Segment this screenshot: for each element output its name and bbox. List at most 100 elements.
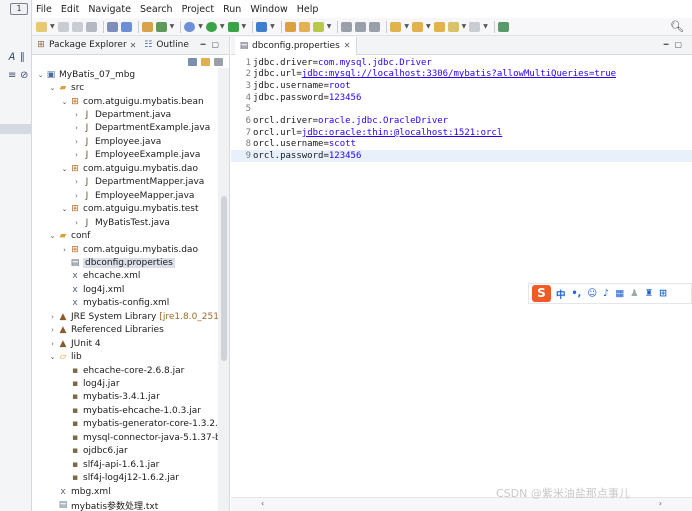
tree-item[interactable]: ⌄ ⊞ com.atguigu.mybatis.test	[32, 203, 199, 216]
tree-item[interactable]: › ⊞ com.atguigu.mybatis.dao	[32, 243, 198, 256]
chevron-down-icon[interactable]: ⌄	[36, 71, 45, 79]
code-line[interactable]: 8 orcl.username= scott	[231, 139, 692, 151]
user-icon[interactable]: ♟	[630, 288, 639, 299]
chevron-right-icon[interactable]: ›	[72, 111, 81, 119]
tree-item[interactable]: › J EmployeeMapper.java	[32, 189, 194, 202]
menu-window[interactable]: Window	[250, 4, 287, 15]
previous-annotation-icon[interactable]	[412, 21, 423, 32]
menu-edit[interactable]: Edit	[61, 4, 79, 15]
chevron-down-icon[interactable]: ▼	[198, 23, 203, 30]
chevron-down-icon[interactable]: ▼	[170, 23, 175, 30]
last-edit-icon[interactable]	[433, 21, 445, 32]
ime-punctuation-mode[interactable]: •,	[572, 288, 582, 299]
tree-item[interactable]: › J Employee.java	[32, 135, 161, 148]
chevron-down-icon[interactable]: ⌄	[48, 232, 57, 240]
code-line[interactable]: 3 jdbc.username= root	[231, 80, 692, 92]
next-annotation-icon[interactable]	[390, 21, 402, 32]
tree-item[interactable]: x log4j.xml	[32, 283, 124, 296]
chevron-right-icon[interactable]: ›	[72, 178, 81, 186]
tab-outline[interactable]: ☷ Outline	[142, 40, 189, 50]
window-number-button[interactable]: 1	[10, 3, 28, 15]
code-line[interactable]: 5	[231, 104, 692, 116]
chevron-right-icon[interactable]: ›	[48, 326, 57, 334]
print-icon[interactable]	[85, 21, 97, 32]
terminal-icon[interactable]	[106, 21, 118, 32]
tree-item[interactable]: ▪ mysql-connector-java-5.1.37-bi	[32, 431, 223, 444]
sogou-logo-icon[interactable]: S	[532, 285, 551, 302]
show-whitespace-icon[interactable]	[369, 21, 381, 32]
chevron-down-icon[interactable]: ▼	[327, 23, 332, 30]
tree-item[interactable]: › J DepartmentMapper.java	[32, 176, 204, 189]
tree-item[interactable]: ⌄ ▱ lib	[32, 350, 82, 363]
chevron-down-icon[interactable]: ▼	[220, 23, 225, 30]
menu-help[interactable]: Help	[297, 4, 319, 15]
tree-item[interactable]: ▪ mybatis-generator-core-1.3.2.ja	[32, 418, 226, 431]
debug-icon[interactable]	[184, 21, 196, 32]
link-icon[interactable]: ⊘	[20, 70, 28, 81]
save-all-icon[interactable]	[71, 21, 83, 32]
tree-item[interactable]: › J EmployeeExample.java	[32, 149, 200, 162]
tree-item[interactable]: ▪ log4j.jar	[32, 377, 120, 390]
code-line[interactable]: 9 orcl.password= 123456	[231, 150, 692, 162]
menu-navigate[interactable]: Navigate	[88, 4, 131, 15]
chevron-down-icon[interactable]: ⌄	[60, 165, 69, 173]
chevron-right-icon[interactable]: ›	[72, 219, 81, 227]
code-editor[interactable]: 1 jdbc.driver= com.mysql.jdbc.Driver 2 jdbc.…	[231, 57, 692, 498]
tree-item[interactable]: x mbg.xml	[32, 485, 110, 498]
chevron-right-icon[interactable]: ›	[72, 138, 81, 146]
link-with-editor-icon[interactable]	[201, 57, 210, 66]
close-icon[interactable]: ✕	[344, 41, 351, 50]
tree-item[interactable]: ▪ mybatis-3.4.1.jar	[32, 391, 160, 404]
tree-item[interactable]: ▪ slf4j-log4j12-1.6.2.jar	[32, 472, 179, 485]
format-icon[interactable]: ∥	[20, 52, 25, 63]
menu-file[interactable]: File	[36, 4, 52, 15]
chevron-down-icon[interactable]: ▼	[50, 23, 55, 30]
toolbox-icon[interactable]: ⊞	[659, 288, 667, 299]
list-icon[interactable]: ≡	[8, 70, 16, 81]
scroll-right-icon[interactable]: ›	[659, 499, 662, 508]
chevron-down-icon[interactable]: ▼	[270, 23, 275, 30]
editor-minimize-maximize-icons[interactable]: ━▢	[664, 40, 688, 49]
chevron-right-icon[interactable]: ›	[48, 340, 57, 348]
tree-item[interactable]: ▤ dbconfig.properties	[32, 256, 175, 269]
tree-item[interactable]: ⌄ ▣ MyBatis_07_mbg	[32, 68, 136, 81]
settings-icon[interactable]	[155, 21, 167, 32]
tab-package-explorer[interactable]: ⊞ Package Explorer ✕	[35, 40, 136, 50]
block-selection-icon[interactable]	[355, 21, 367, 32]
code-line[interactable]: 7 orcl.url= jdbc:oracle:thin:@localhost:15…	[231, 127, 692, 139]
minimize-maximize-icons[interactable]: ━▢	[201, 40, 225, 49]
chevron-down-icon[interactable]: ⌄	[60, 205, 69, 213]
tree-item[interactable]: ▪ ojdbc6.jar	[32, 445, 128, 458]
code-line[interactable]: 1 jdbc.driver= com.mysql.jdbc.Driver	[231, 57, 692, 69]
chevron-down-icon[interactable]: ⌄	[48, 353, 57, 361]
menu-search[interactable]: Search	[140, 4, 173, 15]
toggle-mark-icon[interactable]	[341, 21, 353, 32]
tree-item[interactable]: ⌄ ⊞ com.atguigu.mybatis.dao	[32, 162, 198, 175]
chevron-down-icon[interactable]: ▼	[462, 23, 467, 30]
tree-item[interactable]: x mybatis-config.xml	[32, 297, 169, 310]
run-icon[interactable]	[205, 21, 217, 32]
tree-item[interactable]: › J Department.java	[32, 108, 171, 121]
chevron-down-icon[interactable]: ▼	[426, 23, 431, 30]
new-icon[interactable]	[36, 21, 47, 32]
chevron-down-icon[interactable]: ⌄	[60, 98, 69, 106]
tree-item[interactable]: ⌄ ⊞ com.atguigu.mybatis.bean	[32, 95, 204, 108]
chevron-right-icon[interactable]: ›	[72, 124, 81, 132]
tree-item[interactable]: ▪ slf4j-api-1.6.1.jar	[32, 458, 159, 471]
tab-dbconfig-properties[interactable]: ▤ dbconfig.properties ✕	[235, 36, 358, 55]
code-line[interactable]: 6 orcl.driver= oracle.jdbc.OracleDriver	[231, 115, 692, 127]
build-icon[interactable]	[141, 21, 153, 32]
chevron-down-icon[interactable]: ▼	[242, 23, 247, 30]
chevron-down-icon[interactable]: ⌄	[48, 84, 57, 92]
chevron-down-icon[interactable]: ▼	[483, 23, 488, 30]
chevron-right-icon[interactable]: ›	[72, 192, 81, 200]
forward-icon[interactable]	[469, 21, 481, 32]
chevron-right-icon[interactable]: ›	[72, 151, 81, 159]
search-tool-icon[interactable]	[312, 21, 324, 32]
open-folder-icon[interactable]	[298, 21, 310, 32]
open-type-icon[interactable]	[284, 21, 296, 32]
perspective-icon[interactable]	[497, 21, 509, 32]
chevron-right-icon[interactable]: ›	[60, 246, 69, 254]
tree-item[interactable]: ⌄ ▰ src	[32, 81, 85, 94]
search-icon[interactable]: 🔍︎	[670, 20, 684, 33]
